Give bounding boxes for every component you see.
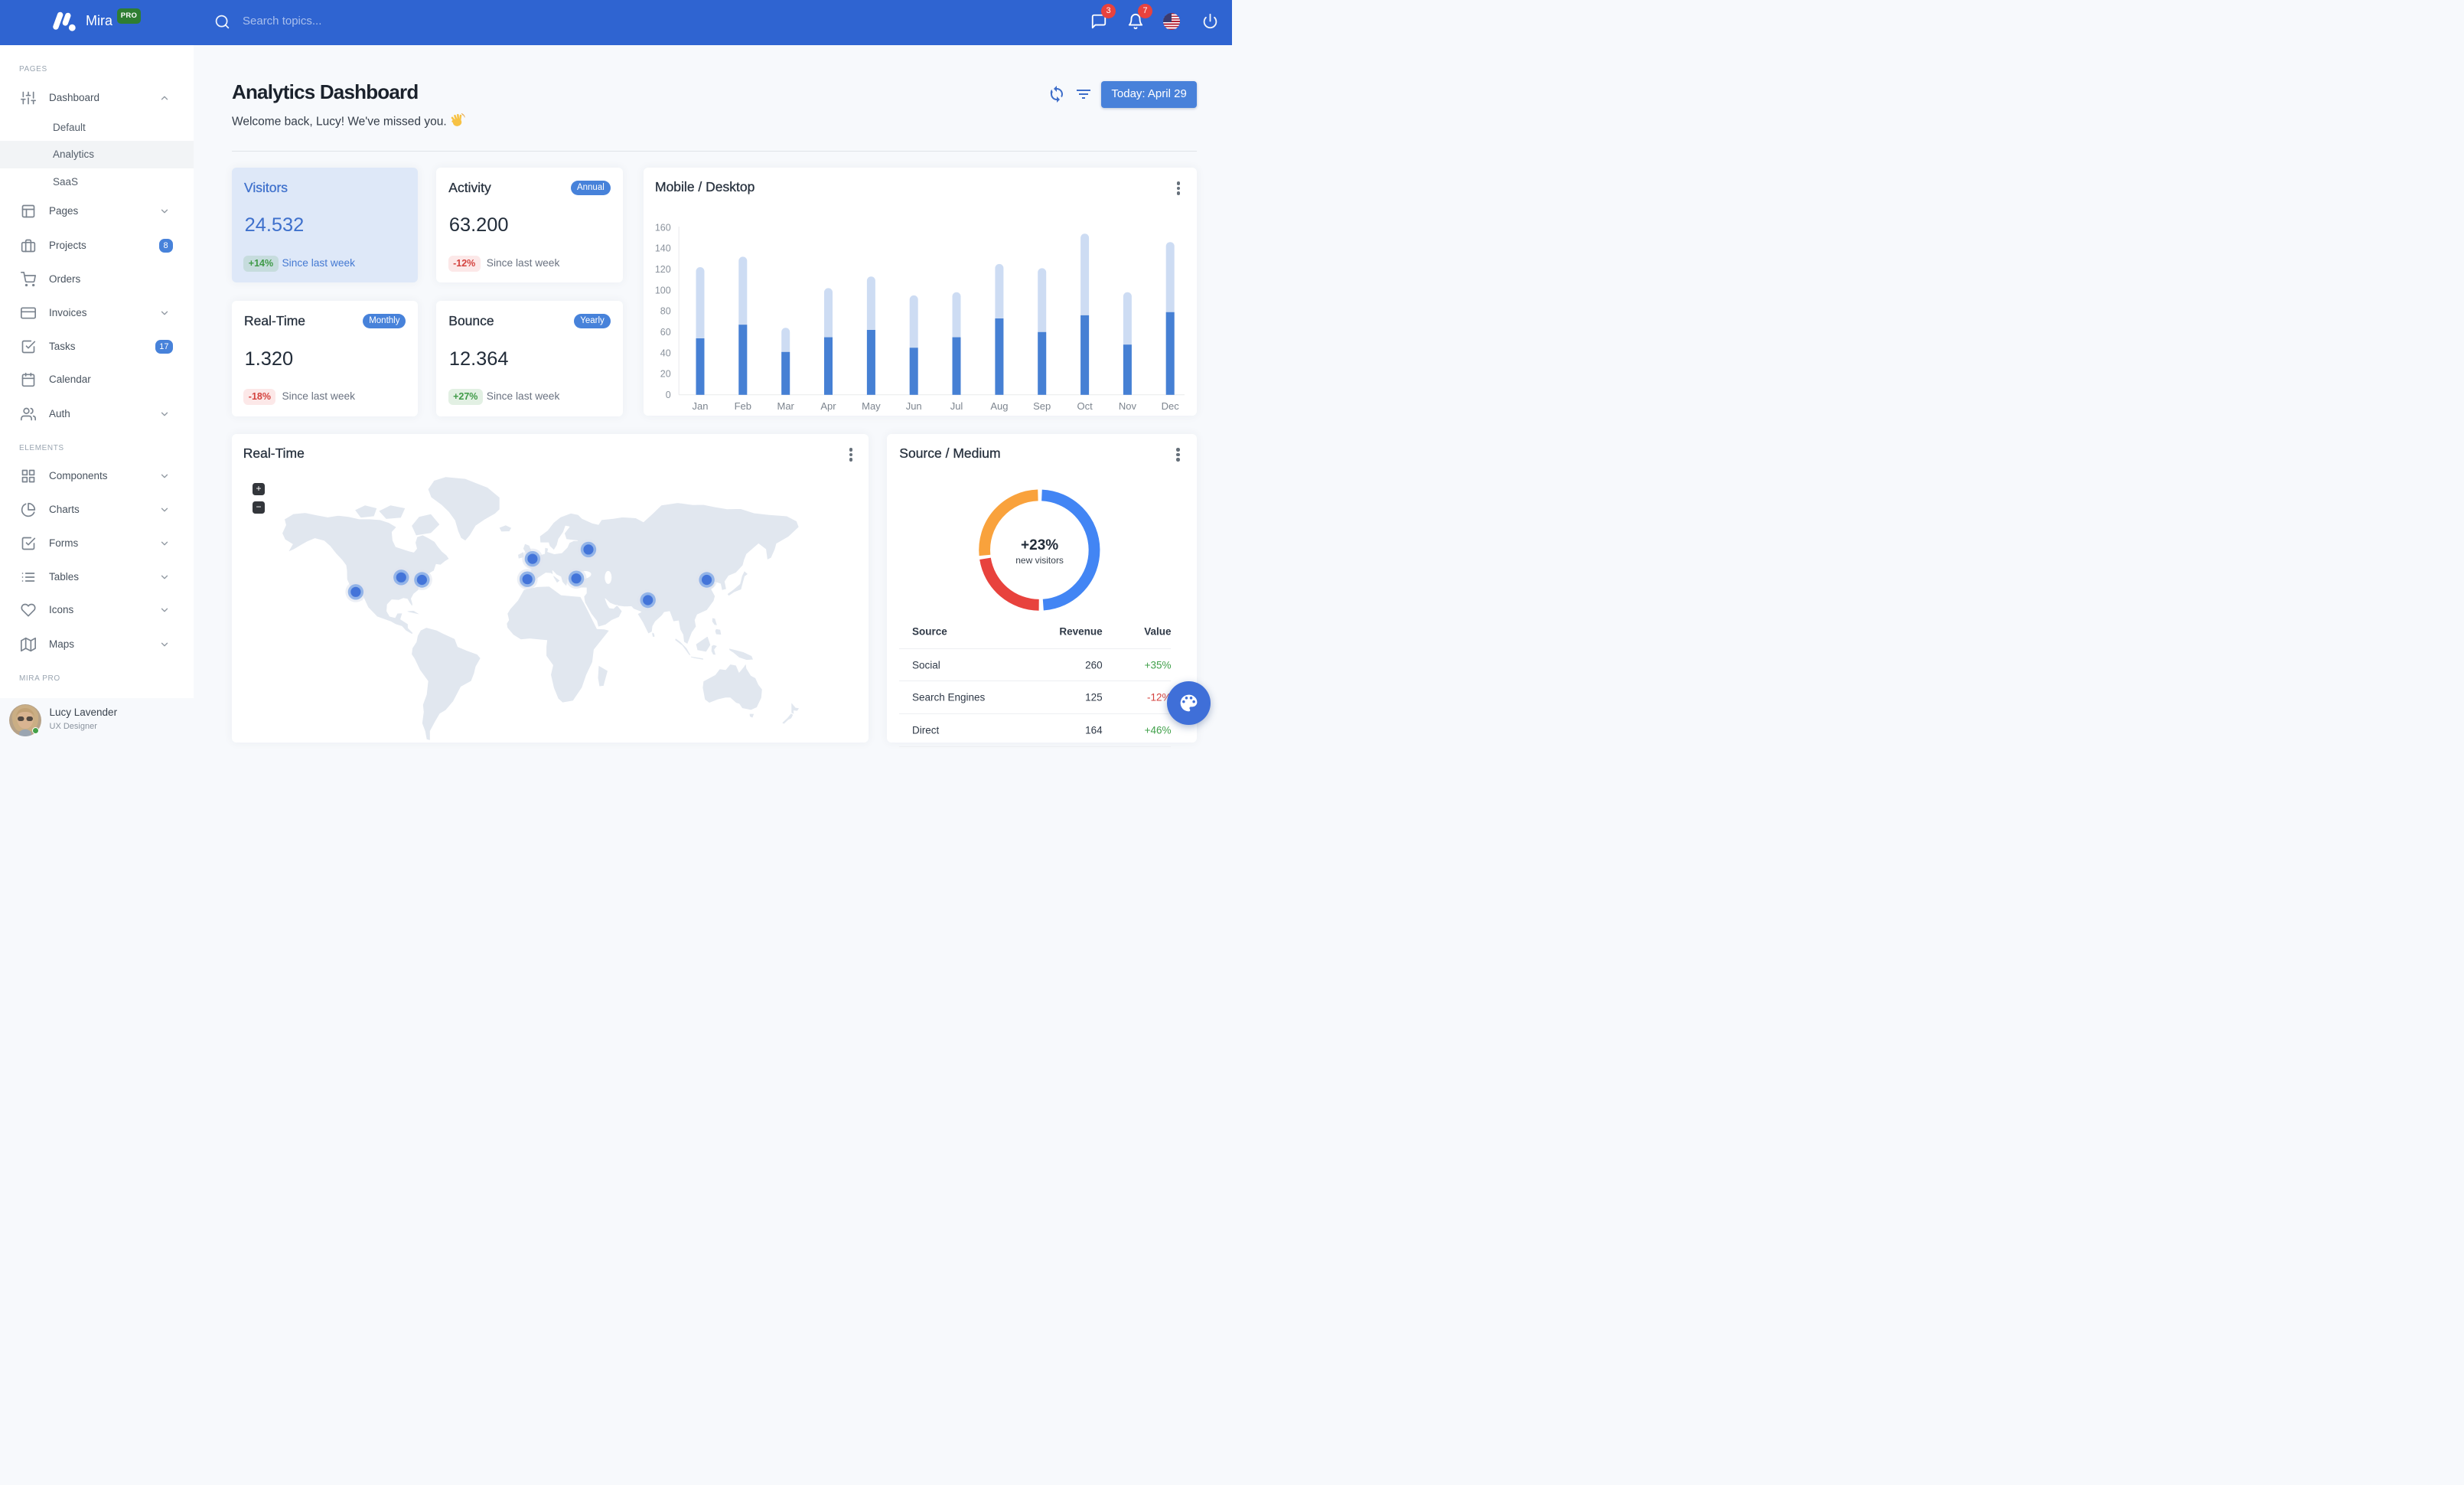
svg-text:Aug: Aug (990, 400, 1008, 412)
svg-text:160: 160 (655, 222, 671, 233)
svg-text:40: 40 (660, 348, 671, 358)
svg-text:Mar: Mar (777, 400, 795, 412)
svg-text:Nov: Nov (1119, 400, 1137, 412)
svg-text:140: 140 (655, 243, 671, 254)
svg-text:60: 60 (660, 327, 671, 338)
svg-text:Feb: Feb (735, 400, 751, 412)
svg-text:Apr: Apr (820, 400, 836, 412)
svg-text:Dec: Dec (1162, 400, 1180, 412)
svg-text:Jan: Jan (693, 400, 709, 412)
svg-text:Jun: Jun (906, 400, 922, 412)
svg-text:Sep: Sep (1033, 400, 1051, 412)
svg-text:May: May (862, 400, 881, 412)
svg-text:100: 100 (655, 285, 671, 295)
svg-text:20: 20 (660, 369, 671, 380)
svg-text:Oct: Oct (1077, 400, 1093, 412)
svg-text:Jul: Jul (950, 400, 963, 412)
svg-text:120: 120 (655, 264, 671, 275)
svg-text:0: 0 (666, 390, 671, 400)
svg-text:80: 80 (660, 306, 671, 317)
